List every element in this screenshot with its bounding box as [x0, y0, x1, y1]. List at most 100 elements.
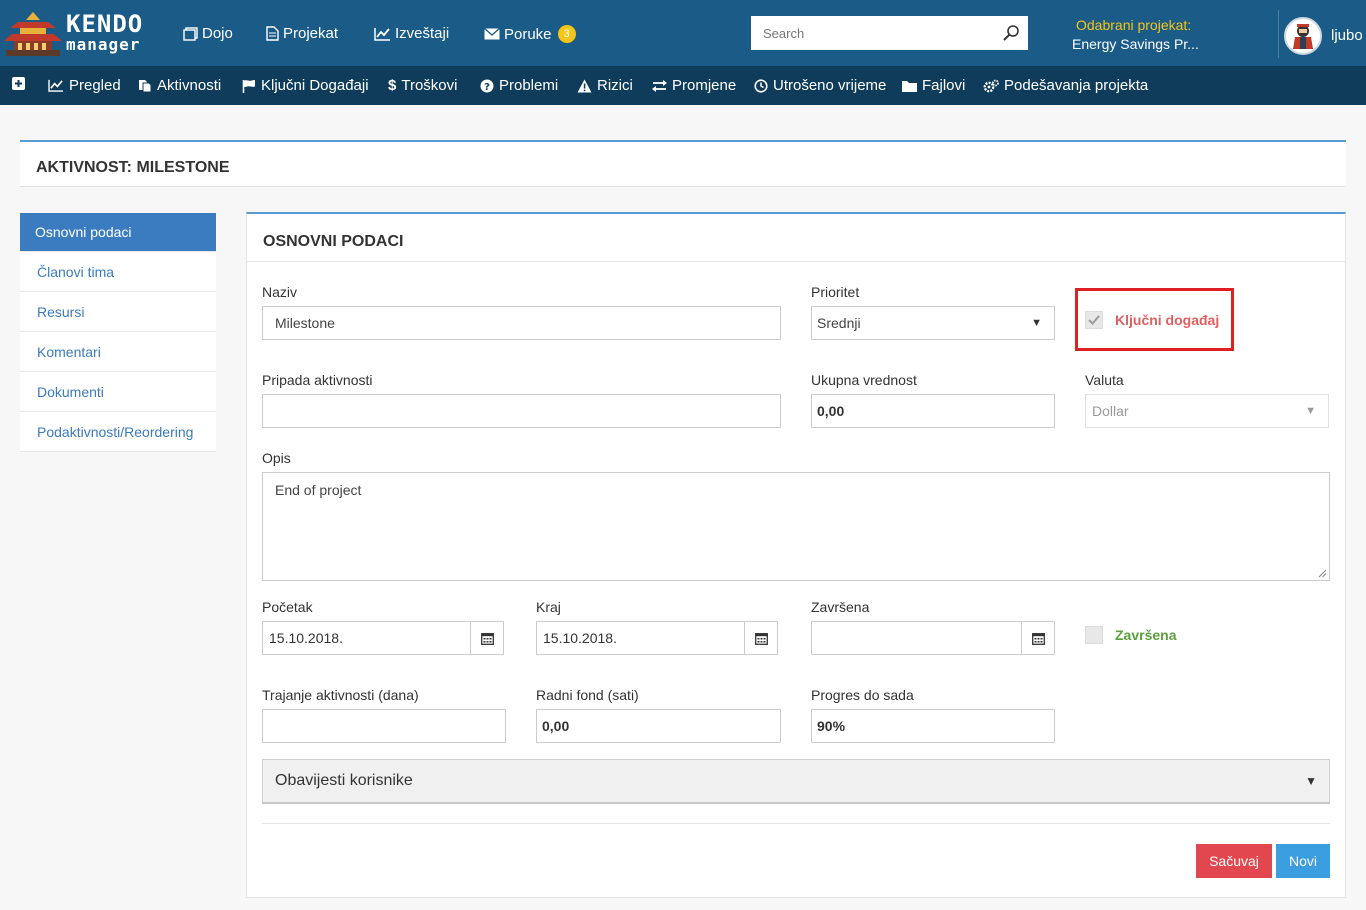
subnav-rizici[interactable]: Rizici [577, 77, 633, 94]
subnav-pregled[interactable]: Pregled [48, 77, 121, 94]
samurai-avatar-icon [1293, 24, 1313, 49]
opis-textarea[interactable]: End of project [262, 472, 1330, 581]
progres-label: Progres do sada [811, 687, 914, 703]
topnav-poruke[interactable]: Poruke 3 [484, 25, 576, 43]
document-icon [266, 26, 279, 41]
resize-grip-icon[interactable] [1318, 569, 1327, 578]
avatar[interactable] [1284, 17, 1322, 55]
calendar-icon [480, 632, 494, 645]
naziv-field[interactable]: Milestone [262, 306, 781, 340]
chart-icon [374, 27, 390, 41]
radni-fond-label: Radni fond (sati) [536, 687, 639, 703]
prioritet-value: Srednji [817, 315, 861, 331]
valuta-label: Valuta [1085, 372, 1124, 388]
logo-text-kendo: KENDO [66, 10, 144, 38]
prioritet-select[interactable]: Srednji ▼ [811, 306, 1055, 340]
radni-fond-field[interactable]: 0,00 [536, 709, 781, 743]
clock-icon [754, 78, 768, 93]
valuta-select: Dollar ▼ [1085, 394, 1329, 428]
panel-divider [247, 261, 1345, 262]
progres-field[interactable]: 90% [811, 709, 1055, 743]
topnav-izvestaji-label: Izveštaji [395, 25, 450, 42]
pocetak-date-field[interactable]: 15.10.2018. [262, 621, 504, 655]
subnav-kljucni-dogadjaji[interactable]: Ključni Događaji [242, 77, 369, 94]
subnav-add[interactable] [12, 77, 25, 90]
zavrsena-checkbox-label[interactable]: Završena [1115, 627, 1176, 643]
exchange-icon [652, 79, 667, 92]
ukupna-vrednost-label: Ukupna vrednost [811, 372, 917, 388]
subnav-troskovi[interactable]: $ Troškovi [388, 77, 457, 94]
subnav-aktivnosti[interactable]: Aktivnosti [138, 77, 221, 94]
username[interactable]: ljubo [1331, 27, 1363, 44]
search-icon[interactable] [1002, 24, 1020, 42]
chevron-down-icon: ▼ [1031, 317, 1042, 329]
sidemenu-item-podaktivnosti[interactable]: Podaktivnosti/Reordering [20, 412, 216, 452]
plus-square-icon [12, 77, 25, 90]
logo-text-manager: manager [66, 35, 141, 54]
kraj-calendar-button[interactable] [744, 622, 777, 654]
pocetak-calendar-button[interactable] [470, 622, 503, 654]
opis-value: End of project [275, 482, 362, 498]
form-bottom-divider [262, 823, 1330, 824]
search-box[interactable] [751, 16, 1028, 50]
kraj-value: 15.10.2018. [543, 630, 617, 646]
sidemenu-item-dokumenti[interactable]: Dokumenti [20, 372, 216, 412]
pripada-aktivnosti-field[interactable] [262, 394, 781, 428]
subnav-aktivnosti-label: Aktivnosti [157, 77, 222, 94]
topnav-izvestaji[interactable]: Izveštaji [374, 25, 449, 42]
subnav-fajlovi[interactable]: Fajlovi [902, 77, 965, 94]
kljucni-dogadjaj-label[interactable]: Ključni događaj [1115, 312, 1219, 328]
prioritet-label: Prioritet [811, 284, 860, 300]
zavrsena-calendar-button[interactable] [1021, 622, 1054, 654]
sidemenu-item-clanovi-tima[interactable]: Članovi tima [20, 252, 216, 292]
subnav-utroseno-vrijeme[interactable]: Utrošeno vrijeme [754, 77, 886, 94]
ukupna-vrednost-field[interactable]: 0,00 [811, 394, 1055, 428]
new-button[interactable]: Novi [1276, 844, 1330, 878]
page-title: AKTIVNOST: MILESTONE [36, 159, 230, 176]
folder-icon [902, 80, 917, 92]
basic-data-panel: OSNOVNI PODACI Naziv Milestone Prioritet… [246, 212, 1346, 898]
trajanje-label: Trajanje aktivnosti (dana) [262, 687, 419, 703]
zavrsena-checkbox[interactable] [1085, 626, 1103, 644]
kendo-manager-logo[interactable]: KENDO manager [4, 8, 154, 58]
subnav-problemi[interactable]: ? Problemi [480, 77, 558, 94]
calendar-icon [1031, 632, 1045, 645]
subnav-podesavanja-projekta[interactable]: Podešavanja projekta [983, 77, 1148, 94]
envelope-icon [484, 28, 500, 40]
warning-icon [577, 79, 592, 92]
copy-icon [139, 79, 152, 92]
subnav-promjene-label: Promjene [672, 77, 737, 94]
top-bar: KENDO manager Dojo Projekat Izveštaji Po… [0, 0, 1366, 66]
dollar-icon: $ [388, 77, 397, 94]
subnav-troskovi-label: Troškovi [401, 77, 458, 94]
trajanje-field[interactable] [262, 709, 506, 743]
topnav-dojo-label: Dojo [202, 25, 233, 42]
valuta-value: Dollar [1092, 403, 1129, 419]
calendar-icon [754, 632, 768, 645]
opis-label: Opis [262, 450, 291, 466]
zavrsena-date-field[interactable] [811, 621, 1055, 655]
chevron-down-icon: ▼ [1305, 774, 1317, 788]
topnav-dojo[interactable]: Dojo [183, 25, 233, 42]
page-title-panel: AKTIVNOST: MILESTONE [20, 140, 1346, 187]
kraj-date-field[interactable]: 15.10.2018. [536, 621, 778, 655]
sidemenu-item-komentari[interactable]: Komentari [20, 332, 216, 372]
subnav-podesavanja-projekta-label: Podešavanja projekta [1004, 77, 1149, 94]
checkmark-icon [1088, 315, 1100, 325]
kljucni-dogadjaj-checkbox[interactable] [1085, 311, 1103, 329]
subnav-kljucni-dogadjaji-label: Ključni Događaji [261, 77, 369, 94]
selected-project-label: Odabrani projekat: [1076, 17, 1192, 33]
sidemenu-item-resursi[interactable]: Resursi [20, 292, 216, 332]
selected-project-name[interactable]: Energy Savings Pr... [1072, 36, 1199, 52]
zavrsena-date-label: Završena [811, 599, 870, 615]
sidemenu-item-osnovni-podaci[interactable]: Osnovni podaci [20, 213, 216, 252]
obavijesti-korisnike-accordion[interactable]: Obavijesti korisnike ▼ [262, 759, 1330, 804]
panel-title: OSNOVNI PODACI [263, 233, 404, 250]
topnav-projekat[interactable]: Projekat [266, 25, 338, 42]
kraj-label: Kraj [536, 599, 561, 615]
subnav-rizici-label: Rizici [597, 77, 633, 94]
search-input[interactable] [751, 16, 991, 50]
subnav-promjene[interactable]: Promjene [652, 77, 736, 94]
save-button[interactable]: Sačuvaj [1196, 844, 1272, 878]
naziv-label: Naziv [262, 284, 298, 300]
